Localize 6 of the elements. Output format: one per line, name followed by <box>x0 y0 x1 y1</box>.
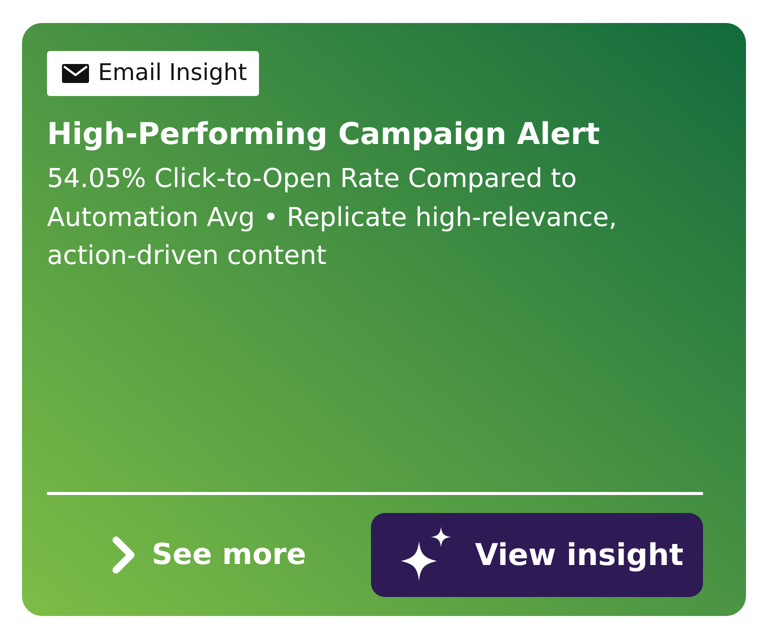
card-description: 54.05% Click-to-Open Rate Compared to Automation Avg • Replicate high-relevance, action-driven content <box>47 163 618 273</box>
badge-text: Email Insight <box>98 59 248 88</box>
view-insight-button[interactable]: View insight <box>371 513 703 597</box>
chevron-right-icon <box>112 536 136 574</box>
envelope-icon <box>62 64 89 83</box>
card-title: High-Performing Campaign Alert <box>47 116 601 154</box>
